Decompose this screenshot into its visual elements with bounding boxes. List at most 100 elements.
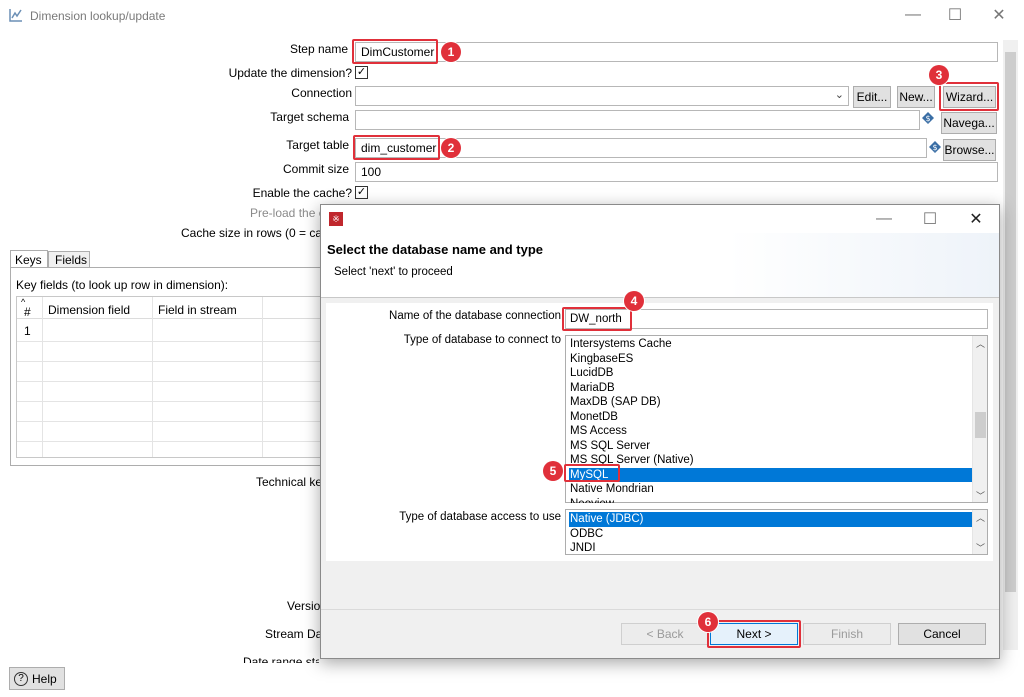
col-header-num[interactable]: #	[24, 305, 31, 319]
db-type-option[interactable]: MaxDB (SAP DB)	[569, 395, 969, 410]
close-button[interactable]: ✕	[976, 0, 1022, 30]
annotation-badge-6: 6	[698, 612, 718, 632]
help-button[interactable]: ? Help	[9, 667, 65, 690]
grid-row-line	[17, 381, 322, 382]
variable-icon: $	[922, 112, 934, 124]
db-type-option[interactable]: KingbaseES	[569, 352, 969, 367]
tab-keys[interactable]: Keys	[10, 250, 48, 268]
keys-caption: Key fields (to look up row in dimension)…	[16, 278, 229, 292]
step-name-value: DimCustomer	[361, 45, 435, 59]
chart-app-icon	[9, 9, 22, 22]
db-type-option[interactable]: LucidDB	[569, 366, 969, 381]
cancel-button[interactable]: Cancel	[898, 623, 986, 645]
step-name-label: Step name	[289, 42, 348, 56]
grid-row-line	[17, 441, 322, 442]
access-type-option[interactable]: JNDI	[569, 541, 969, 556]
chevron-up-icon[interactable]: ︿	[973, 510, 988, 524]
annotation-badge-3: 3	[929, 65, 949, 85]
commit-size-input[interactable]: 100	[355, 162, 998, 182]
db-type-option[interactable]: MS SQL Server (Native)	[569, 453, 969, 468]
db-type-option[interactable]: MS Access	[569, 424, 969, 439]
edit-button[interactable]: Edit...	[853, 86, 891, 108]
update-dimension-label: Update the dimension?	[228, 66, 352, 80]
annotation-badge-4: 4	[624, 291, 644, 311]
dialog-heading: Select the database name and type	[327, 242, 544, 257]
mysql-highlight	[564, 464, 620, 482]
next-highlight	[707, 620, 801, 648]
dialog-subheading: Select 'next' to proceed	[334, 266, 453, 278]
chevron-down-icon[interactable]: ﹀	[973, 488, 988, 502]
maximize-button[interactable]: ☐	[932, 0, 978, 30]
dialog-maximize-button[interactable]: ☐	[907, 205, 953, 233]
col-header-dimension-field[interactable]: Dimension field	[48, 303, 130, 317]
back-button[interactable]: < Back	[621, 623, 709, 645]
db-type-list[interactable]: Intersystems Cache KingbaseES LucidDB Ma…	[565, 335, 988, 503]
grid-row-line	[17, 361, 322, 362]
grid-divider	[262, 297, 263, 457]
connection-select[interactable]: ⌄	[355, 86, 849, 106]
grid-divider	[42, 297, 43, 457]
annotation-badge-2: 2	[441, 138, 461, 158]
window-titlebar: Dimension lookup/update — ☐ ✕	[0, 0, 1024, 32]
window-title: Dimension lookup/update	[30, 9, 166, 23]
target-table-label: Target table	[286, 138, 349, 152]
dialog-close-button[interactable]: ✕	[953, 205, 999, 233]
access-type-scrollbar[interactable]: ︿ ﹀	[972, 510, 987, 554]
dialog-minimize-button[interactable]: —	[861, 205, 907, 233]
enable-cache-checkbox[interactable]: ✓	[355, 186, 368, 199]
tab-fields[interactable]: Fields	[48, 251, 90, 268]
db-type-scrollbar[interactable]: ︿ ﹀	[972, 336, 987, 502]
grid-row-line	[17, 421, 322, 422]
db-type-option[interactable]: Intersystems Cache	[569, 337, 969, 352]
minimize-button[interactable]: —	[890, 0, 936, 30]
new-button[interactable]: New...	[897, 86, 935, 108]
row-number: 1	[24, 324, 31, 338]
svg-text:$: $	[932, 143, 937, 152]
db-type-option[interactable]: MS SQL Server	[569, 439, 969, 454]
technical-key-label: Technical key	[256, 475, 329, 489]
db-type-option-selected[interactable]: MySQL	[569, 467, 972, 482]
target-schema-input[interactable]	[355, 110, 920, 130]
update-dimension-checkbox[interactable]: ✓	[355, 66, 368, 79]
access-type-label: Type of database access to use	[399, 511, 561, 523]
cache-size-label: Cache size in rows (0 = cach	[181, 226, 335, 240]
col-header-field-in-stream[interactable]: Field in stream	[158, 303, 237, 317]
help-icon: ?	[14, 671, 28, 686]
target-table-value: dim_customer	[361, 141, 437, 155]
chevron-down-icon: ⌄	[834, 89, 844, 101]
enable-cache-label: Enable the cache?	[252, 186, 352, 200]
variable-icon: $	[929, 141, 941, 153]
commit-size-label: Commit size	[282, 162, 349, 176]
browse-button[interactable]: Browse...	[943, 139, 996, 161]
divider	[321, 609, 999, 610]
main-scrollbar-thumb[interactable]	[1005, 52, 1016, 592]
pentaho-app-icon: ※	[329, 212, 343, 226]
db-type-option[interactable]: MariaDB	[569, 381, 969, 396]
finish-button[interactable]: Finish	[803, 623, 891, 645]
help-label: Help	[32, 671, 57, 686]
divider	[321, 297, 999, 298]
grid-divider	[152, 297, 153, 457]
preload-label: Pre-load the c	[250, 206, 325, 220]
db-connection-wizard-dialog: ※ — ☐ ✕ Select the database name and typ…	[320, 204, 1000, 659]
access-type-option[interactable]: ODBC	[569, 527, 969, 542]
scrollbar-thumb[interactable]	[975, 412, 986, 438]
stream-date-label: Stream Dat	[265, 627, 326, 641]
db-type-option[interactable]: Native Mondrian	[569, 482, 969, 497]
chevron-up-icon[interactable]: ︿	[973, 336, 988, 350]
wizard-highlight	[939, 82, 999, 111]
chevron-down-icon[interactable]: ﹀	[973, 540, 988, 554]
db-type-option[interactable]: MonetDB	[569, 410, 969, 425]
access-type-option-selected[interactable]: Native (JDBC)	[569, 512, 972, 527]
annotation-badge-5: 5	[543, 461, 563, 481]
svg-text:$: $	[925, 114, 930, 123]
navigate-button[interactable]: Navega...	[941, 112, 997, 134]
grid-row-line	[17, 401, 322, 402]
access-type-list[interactable]: Native (JDBC) ODBC JNDI ︿ ﹀	[565, 509, 988, 555]
db-type-label: Type of database to connect to	[403, 334, 561, 346]
main-scrollbar[interactable]	[1003, 40, 1018, 650]
db-type-option[interactable]: Neoview	[569, 497, 969, 503]
commit-size-value: 100	[361, 165, 382, 179]
connection-label: Connection	[291, 86, 352, 100]
keys-table[interactable]: ^ # Dimension field Field in stream 1	[16, 296, 322, 458]
